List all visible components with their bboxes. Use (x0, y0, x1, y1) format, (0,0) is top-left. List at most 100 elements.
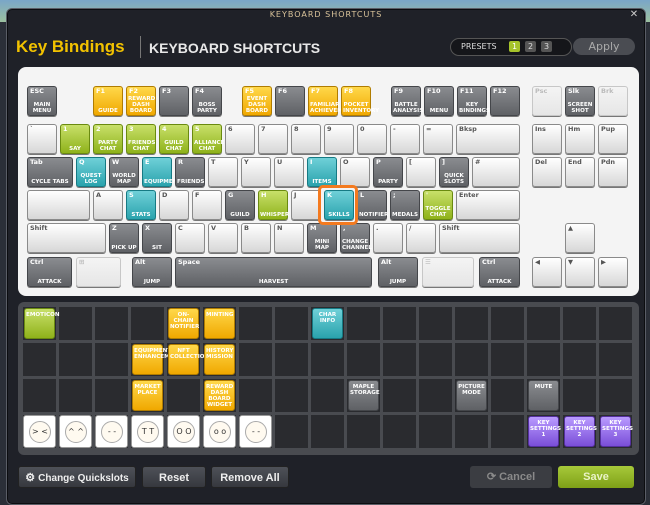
key-y[interactable]: Y (241, 157, 271, 187)
key-4[interactable]: 4 GUILD CHAT (159, 124, 189, 154)
quickslot-cell[interactable] (383, 415, 416, 448)
emote-slot[interactable]: - - (239, 415, 272, 448)
quickslot-cell[interactable] (455, 343, 488, 376)
key-a[interactable]: A (93, 190, 123, 220)
quickslot-cell[interactable] (419, 343, 452, 376)
quickslot-action[interactable]: MAPLE STORAGE (348, 380, 380, 411)
key-l[interactable]: L NOTIFIER (357, 190, 388, 220)
key-del[interactable]: Del (532, 157, 562, 187)
quickslot-action[interactable]: KEY SETTINGS 3 (600, 416, 633, 447)
emote-slot[interactable]: - - (95, 415, 128, 448)
key-down[interactable]: ▼ (565, 257, 595, 287)
key-c[interactable]: C (175, 223, 205, 253)
quickslot-action[interactable]: NFT COLLECTION (168, 344, 209, 375)
key-p[interactable]: P PARTY (373, 157, 403, 187)
quickslot-cell[interactable] (95, 343, 128, 376)
emote-slot[interactable]: O O (167, 415, 200, 448)
key-r[interactable]: R FRIENDS (175, 157, 205, 187)
key-win[interactable]: ⊞ (76, 257, 121, 287)
quickslot-cell[interactable] (275, 307, 308, 340)
key-b[interactable]: B (241, 223, 271, 253)
key-up[interactable]: ▲ (565, 223, 595, 253)
quickslot-cell[interactable] (599, 343, 632, 376)
key-o[interactable]: O (340, 157, 370, 187)
quickslot-action[interactable]: MUTE (528, 380, 559, 411)
key-pup[interactable]: Pup (598, 124, 628, 154)
quickslot-action[interactable]: PICTURE MODE (456, 380, 487, 411)
key-f9[interactable]: F9 BATTLE ANALYSIS (391, 86, 423, 116)
key-space[interactable]: Space HARVEST (175, 257, 372, 287)
key-end[interactable]: End (565, 157, 595, 187)
key-lalt[interactable]: Alt JUMP (132, 257, 172, 287)
quickslot-cell[interactable] (419, 307, 452, 340)
key-3[interactable]: 3 FRIENDS CHAT (126, 124, 156, 154)
key-f4[interactable]: F4 BOSS PARTY (192, 86, 222, 116)
quickslot-cell[interactable] (491, 307, 524, 340)
quickslot-cell[interactable] (383, 343, 416, 376)
reset-button[interactable]: Reset (142, 466, 206, 488)
quickslot-cell[interactable] (491, 343, 524, 376)
key-psc[interactable]: Psc (532, 86, 562, 116)
key-hm[interactable]: Hm (565, 124, 595, 154)
key-5[interactable]: 5 ALLIANCE CHAT (192, 124, 224, 154)
quickslot-action[interactable]: ON-CHAIN NOTIFIER (168, 308, 199, 339)
key-quote[interactable]: ' TOGGLE CHAT (423, 190, 453, 220)
key-enter[interactable]: Enter (456, 190, 520, 220)
key-f6[interactable]: F6 (275, 86, 305, 116)
key-2[interactable]: 2 PARTY CHAT (93, 124, 123, 154)
quickslot-cell[interactable] (239, 379, 272, 412)
apply-button[interactable]: Apply (573, 38, 635, 55)
key-t[interactable]: T (208, 157, 238, 187)
quickslot-action[interactable]: EMOTICON (24, 308, 60, 339)
key-lshift[interactable]: Shift (27, 223, 106, 253)
key-semi[interactable]: ; MEDALS (390, 190, 420, 220)
quickslot-cell[interactable] (599, 379, 632, 412)
key-pdn[interactable]: Pdn (598, 157, 628, 187)
close-icon[interactable]: ✕ (627, 9, 641, 21)
key-f8[interactable]: F8 POCKET INVENTORY (341, 86, 379, 116)
key-f11[interactable]: F11 KEY BINDINGS (457, 86, 490, 116)
quickslot-cell[interactable] (347, 307, 380, 340)
key-brk[interactable]: Brk (598, 86, 628, 116)
key-f1[interactable]: F1 GUIDE (93, 86, 123, 116)
quickslot-cell[interactable] (275, 343, 308, 376)
key-u[interactable]: U (274, 157, 304, 187)
quickslot-cell[interactable] (455, 307, 488, 340)
quickslot-cell[interactable] (23, 379, 56, 412)
emote-slot[interactable]: T T (131, 415, 164, 448)
key-w[interactable]: W WORLD MAP (109, 157, 139, 187)
quickslot-action[interactable]: EQUIPMENT ENHANCEMENT (132, 344, 182, 375)
quickslot-cell[interactable] (599, 307, 632, 340)
key-comma[interactable]: , CHANGE CHANNEL (340, 223, 372, 253)
key-f10[interactable]: F10 MENU (424, 86, 454, 116)
quickslot-cell[interactable] (311, 379, 344, 412)
cancel-button[interactable]: ⟳ Cancel (470, 466, 552, 488)
preset-2-button[interactable]: 2 (525, 41, 536, 52)
key-7[interactable]: 7 (258, 124, 288, 154)
key-bsl[interactable]: # (472, 157, 520, 187)
preset-1-button[interactable]: 1 (509, 41, 520, 52)
key-0[interactable]: 0 (357, 124, 387, 154)
key-x[interactable]: X SIT (142, 223, 172, 253)
key-d[interactable]: D (159, 190, 189, 220)
key-q[interactable]: Q QUEST LOG (76, 157, 106, 187)
quickslot-cell[interactable] (59, 379, 92, 412)
key-slk[interactable]: Slk SCREEN SHOT (565, 86, 595, 116)
save-button[interactable]: Save (558, 466, 634, 488)
key-f2[interactable]: F2 REWARD DASH BOARD (126, 86, 156, 116)
emote-slot[interactable]: > < (23, 415, 56, 448)
key-rshift[interactable]: Shift (439, 223, 520, 253)
quickslot-cell[interactable] (527, 343, 560, 376)
quickslot-cell[interactable] (419, 379, 452, 412)
key-bksp[interactable]: Bksp (456, 124, 520, 154)
quickslot-cell[interactable] (347, 415, 380, 448)
quickslot-cell[interactable] (563, 343, 596, 376)
emote-slot[interactable]: o o (203, 415, 236, 448)
change-quickslots-button[interactable]: ⚙ Change Quickslots (18, 466, 136, 488)
quickslot-cell[interactable] (311, 343, 344, 376)
key-period[interactable]: . (373, 223, 403, 253)
key-rbr[interactable]: ] QUICK SLOTS (439, 157, 469, 187)
quickslot-cell[interactable] (383, 379, 416, 412)
key-9[interactable]: 9 (324, 124, 354, 154)
key-z[interactable]: Z PICK UP (109, 223, 139, 253)
